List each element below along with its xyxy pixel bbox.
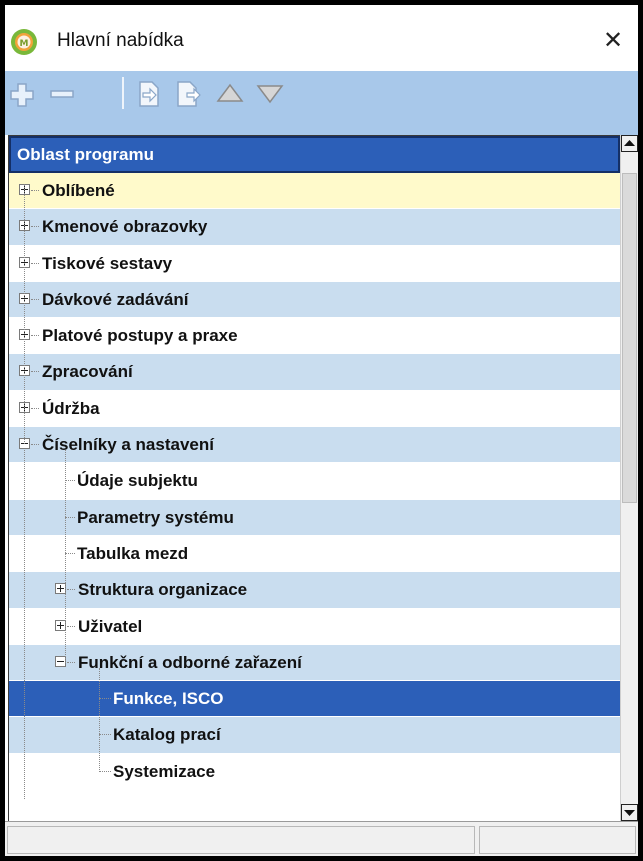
navigation-tree[interactable]: Oblast programu Oblíbené Kmenové obrazovk… — [8, 135, 621, 822]
scroll-thumb[interactable] — [622, 173, 637, 503]
tree-connector — [24, 450, 25, 799]
app-logo-icon: M — [11, 29, 37, 55]
title-bar: M Hlavní nabídka ✕ — [5, 5, 638, 71]
tree-item-label: Kmenové obrazovky — [42, 217, 208, 237]
tree-item[interactable]: Údržba — [9, 390, 620, 428]
tree-item[interactable]: Kmenové obrazovky — [9, 209, 620, 246]
tree-item-label: Systemizace — [113, 761, 216, 781]
tree-connector — [65, 450, 66, 663]
tree-item[interactable]: Parametry systému — [9, 499, 620, 536]
tree-connector — [65, 552, 75, 554]
tree-item-label: Zpracování — [42, 362, 133, 382]
tree-connector — [99, 667, 100, 772]
tree-item[interactable]: Katalog prací — [9, 717, 620, 754]
tree-connector — [99, 734, 111, 736]
tree-item-label: Údržba — [42, 398, 100, 418]
move-down-icon[interactable] — [255, 77, 285, 109]
tree-item[interactable]: Struktura organizace — [9, 572, 620, 609]
tree-item-label: Číselníky a nastavení — [42, 435, 214, 455]
svg-text:M: M — [20, 39, 29, 49]
toolbar — [5, 71, 638, 115]
scroll-down-button[interactable] — [621, 804, 638, 821]
tree-item-label: Tabulka mezd — [77, 543, 189, 563]
tree-rows: Oblíbené Kmenové obrazovky Tiskové sestavy… — [9, 173, 620, 799]
status-bar — [5, 821, 638, 856]
tree-item-label: Tiskové sestavy — [42, 253, 173, 273]
tree-item[interactable]: Tabulka mezd — [9, 535, 620, 573]
arrow-down-icon — [624, 810, 635, 816]
tree-header-label: Oblast programu — [17, 145, 154, 164]
tree-item-label: Parametry systému — [77, 507, 234, 527]
tree-connector — [65, 516, 75, 518]
close-icon[interactable]: ✕ — [598, 25, 628, 55]
tree-item-label: Uživatel — [78, 616, 143, 636]
tree-item[interactable]: Platové postupy a praxe — [9, 318, 620, 355]
tree-connector — [67, 661, 75, 663]
move-up-icon[interactable] — [215, 77, 245, 109]
tree-connector — [31, 371, 39, 373]
window-title: Hlavní nabídka — [57, 30, 184, 51]
tree-item[interactable]: Funkční a odborné zařazení — [9, 644, 620, 682]
toolbar-separator — [122, 77, 124, 109]
collapse-all-icon[interactable] — [47, 77, 77, 109]
toolbar-spacer — [5, 115, 638, 135]
tree-connector — [31, 190, 39, 191]
vertical-scrollbar[interactable] — [620, 135, 638, 821]
tree-connector — [67, 589, 75, 591]
tree-item[interactable]: Údaje subjektu — [9, 463, 620, 500]
tree-item[interactable]: Funkce, ISCO — [9, 681, 620, 718]
tree-item-label: Struktura organizace — [78, 580, 248, 600]
add-favorite-icon[interactable] — [133, 77, 163, 109]
tree-connector — [99, 698, 111, 700]
scroll-up-button[interactable] — [621, 135, 638, 152]
remove-favorite-icon[interactable] — [173, 77, 203, 109]
tree-item-label: Dávkové zadávání — [42, 289, 189, 309]
tree-item-label: Oblíbené — [42, 181, 115, 200]
tree-connector — [31, 298, 39, 300]
tree-item[interactable]: Číselníky a nastavení — [9, 427, 620, 464]
tree-item[interactable]: Dávkové zadávání — [9, 281, 620, 319]
tree-connector — [31, 407, 39, 409]
tree-item-label: Katalog prací — [113, 725, 221, 745]
tree-item-label: Funkce, ISCO — [113, 689, 224, 709]
tree-connector — [24, 184, 25, 445]
tree-connector — [99, 770, 111, 772]
tree-item[interactable]: Systemizace — [9, 753, 620, 791]
tree-item-label: Údaje subjektu — [77, 471, 198, 491]
tree-connector — [67, 625, 75, 627]
status-pane-left — [7, 826, 475, 854]
tree-item[interactable]: Oblíbené — [9, 173, 620, 210]
tree-connector — [31, 444, 39, 446]
tree-connector — [65, 480, 75, 482]
arrow-up-icon — [624, 140, 635, 146]
tree-item[interactable]: Uživatel — [9, 608, 620, 645]
tree-item-label: Platové postupy a praxe — [42, 326, 238, 346]
tree-connector — [31, 226, 39, 228]
status-pane-right — [479, 826, 636, 854]
tree-item-label: Funkční a odborné zařazení — [78, 652, 302, 672]
tree-connector — [31, 335, 39, 337]
tree-item[interactable]: Zpracování — [9, 354, 620, 391]
tree-header[interactable]: Oblast programu — [9, 136, 620, 173]
tree-item[interactable]: Tiskové sestavy — [9, 245, 620, 282]
expand-all-icon[interactable] — [7, 77, 37, 109]
tree-connector — [31, 262, 39, 264]
main-menu-window: M Hlavní nabídka ✕ Oblast programu Oblíb… — [5, 5, 638, 856]
